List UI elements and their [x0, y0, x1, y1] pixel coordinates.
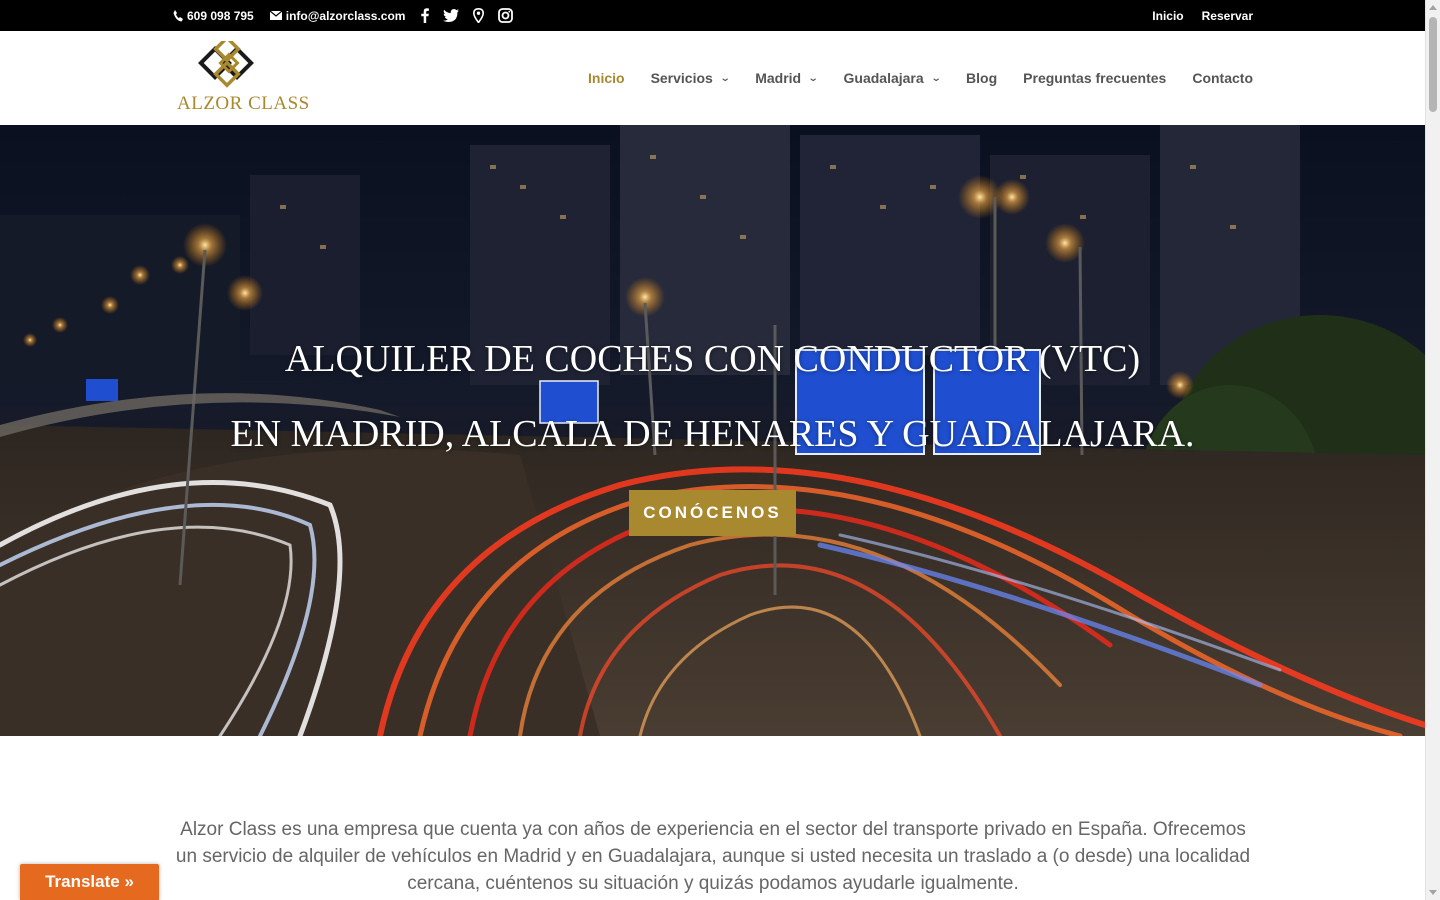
chevron-down-icon: ⌄	[719, 72, 731, 84]
chevron-down-icon: ⌄	[930, 72, 942, 84]
phone-icon	[173, 9, 183, 21]
nav-item-contacto[interactable]: Contacto	[1192, 70, 1253, 86]
nav-item-guadalajara[interactable]: Guadalajara ⌄	[843, 70, 942, 86]
nav-label: Preguntas frecuentes	[1023, 70, 1167, 86]
page-scrollbar[interactable]	[1425, 0, 1440, 900]
site-header: ALZOR CLASS Inicio Servicios ⌄ Madrid ⌄ Gu…	[0, 31, 1425, 125]
social-links	[421, 8, 514, 23]
hero-title-line2: EN MADRID, ALCALA DE HENARES Y GUADALAJA…	[230, 413, 1195, 455]
envelope-icon	[269, 11, 282, 20]
facebook-icon[interactable]	[421, 8, 430, 23]
nav-label: Guadalajara	[843, 70, 924, 86]
top-bar: 609 098 795 info@alzorclass.com Inicio R…	[0, 0, 1425, 31]
intro-paragraph: Alzor Class es una empresa que cuenta ya…	[175, 819, 1251, 894]
nav-item-madrid[interactable]: Madrid ⌄	[755, 70, 819, 86]
translate-button[interactable]: Translate »	[20, 864, 159, 900]
top-links: Inicio Reservar	[1152, 9, 1253, 23]
top-link-reservar[interactable]: Reservar	[1202, 9, 1253, 23]
top-bar-inner: 609 098 795 info@alzorclass.com Inicio R…	[173, 0, 1253, 31]
contact-info: 609 098 795 info@alzorclass.com	[173, 9, 421, 23]
hero-banner: ALQUILER DE COCHES CON CONDUCTOR (VTC) E…	[0, 125, 1425, 736]
nav-item-blog[interactable]: Blog	[966, 70, 997, 86]
conocenos-button[interactable]: CONÓCENOS	[629, 490, 796, 536]
nav-item-inicio[interactable]: Inicio	[588, 70, 625, 86]
phone-number[interactable]: 609 098 795	[187, 9, 254, 23]
hero-title-line1: ALQUILER DE COCHES CON CONDUCTOR (VTC)	[284, 338, 1141, 380]
scroll-down-arrow-icon[interactable]	[1429, 890, 1437, 895]
instagram-icon[interactable]	[498, 8, 514, 23]
nav-label: Blog	[966, 70, 998, 86]
twitter-icon[interactable]	[443, 9, 460, 22]
nav-label: Contacto	[1192, 70, 1253, 86]
nav-label: Inicio	[588, 70, 625, 86]
site-logo[interactable]: ALZOR CLASS	[175, 41, 309, 115]
nav-label: Servicios	[650, 70, 713, 86]
chevron-down-icon: ⌄	[807, 72, 819, 84]
logo-text: ALZOR CLASS	[177, 93, 310, 114]
map-pin-icon[interactable]	[473, 8, 485, 23]
email-address[interactable]: info@alzorclass.com	[286, 9, 406, 23]
scroll-up-arrow-icon[interactable]	[1429, 5, 1437, 10]
phone-contact[interactable]: 609 098 795	[173, 9, 254, 23]
nav-label: Madrid	[755, 70, 802, 86]
nav-item-servicios[interactable]: Servicios ⌄	[650, 70, 731, 86]
email-contact[interactable]: info@alzorclass.com	[269, 9, 406, 23]
nav-item-preguntas-frecuentes[interactable]: Preguntas frecuentes	[1023, 70, 1166, 86]
scrollbar-thumb[interactable]	[1429, 17, 1437, 112]
main-nav: Inicio Servicios ⌄ Madrid ⌄ Guadalajara ⌄ B…	[588, 31, 1253, 125]
top-link-inicio[interactable]: Inicio	[1152, 9, 1183, 23]
